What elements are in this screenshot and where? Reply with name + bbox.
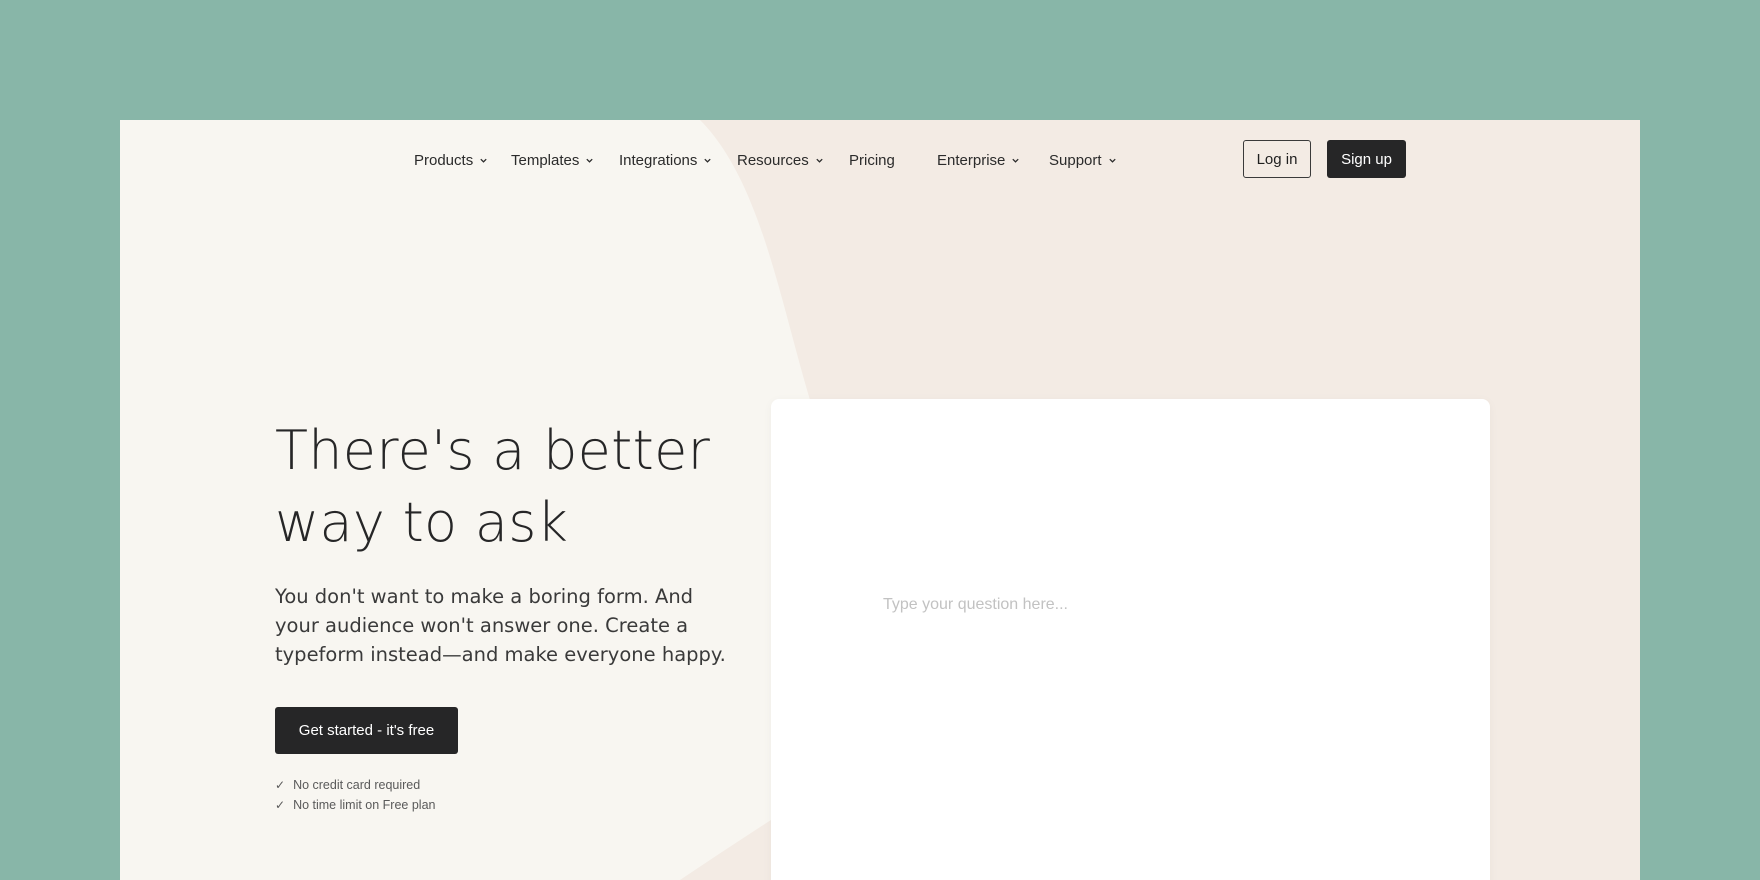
nav-item-enterprise[interactable]: Enterprise bbox=[937, 150, 1020, 170]
nav-item-templates[interactable]: Templates bbox=[511, 150, 594, 170]
chevron-down-icon bbox=[586, 158, 594, 163]
list-item: ✓ No credit card required bbox=[275, 775, 435, 795]
hero-subtitle: You don't want to make a boring form. An… bbox=[275, 585, 726, 666]
chevron-down-icon bbox=[704, 158, 712, 163]
nav-item-label: Resources bbox=[737, 151, 809, 169]
nav-item-pricing[interactable]: Pricing bbox=[849, 150, 895, 170]
form-preview-card bbox=[771, 399, 1490, 880]
nav-item-label: Products bbox=[414, 151, 474, 169]
get-started-button[interactable]: Get started - it's free bbox=[275, 707, 458, 754]
signup-button[interactable]: Sign up bbox=[1327, 140, 1406, 178]
check-icon: ✓ bbox=[275, 778, 286, 792]
nav-item-label: Templates bbox=[511, 151, 580, 169]
list-item: ✓ No time limit on Free plan bbox=[275, 795, 435, 815]
chevron-down-icon bbox=[1012, 158, 1020, 163]
nav-item-resources[interactable]: Resources bbox=[737, 150, 824, 170]
nav-item-label: Enterprise bbox=[937, 151, 1006, 169]
nav-item-products[interactable]: Products bbox=[414, 150, 488, 170]
question-input[interactable] bbox=[879, 592, 1387, 618]
nav-item-support[interactable]: Support bbox=[1049, 150, 1117, 170]
nav-item-label: Support bbox=[1049, 151, 1102, 169]
chevron-down-icon bbox=[1108, 158, 1116, 163]
chevron-down-icon bbox=[480, 158, 487, 163]
page-frame: Products Templates Integrations Resource… bbox=[120, 120, 1640, 880]
chevron-down-icon bbox=[816, 158, 823, 163]
benefits-list: ✓ No credit card required ✓ No time limi… bbox=[275, 775, 435, 815]
hero-title: There's a better way to ask bbox=[275, 419, 711, 554]
nav-item-integrations[interactable]: Integrations bbox=[619, 150, 712, 170]
check-icon: ✓ bbox=[275, 798, 286, 812]
benefit-text: No credit card required bbox=[293, 778, 421, 792]
nav-item-label: Pricing bbox=[849, 151, 895, 169]
login-button[interactable]: Log in bbox=[1243, 140, 1311, 178]
nav-item-label: Integrations bbox=[619, 151, 698, 169]
top-nav: Products Templates Integrations Resource… bbox=[120, 120, 1640, 200]
benefit-text: No time limit on Free plan bbox=[293, 798, 436, 812]
